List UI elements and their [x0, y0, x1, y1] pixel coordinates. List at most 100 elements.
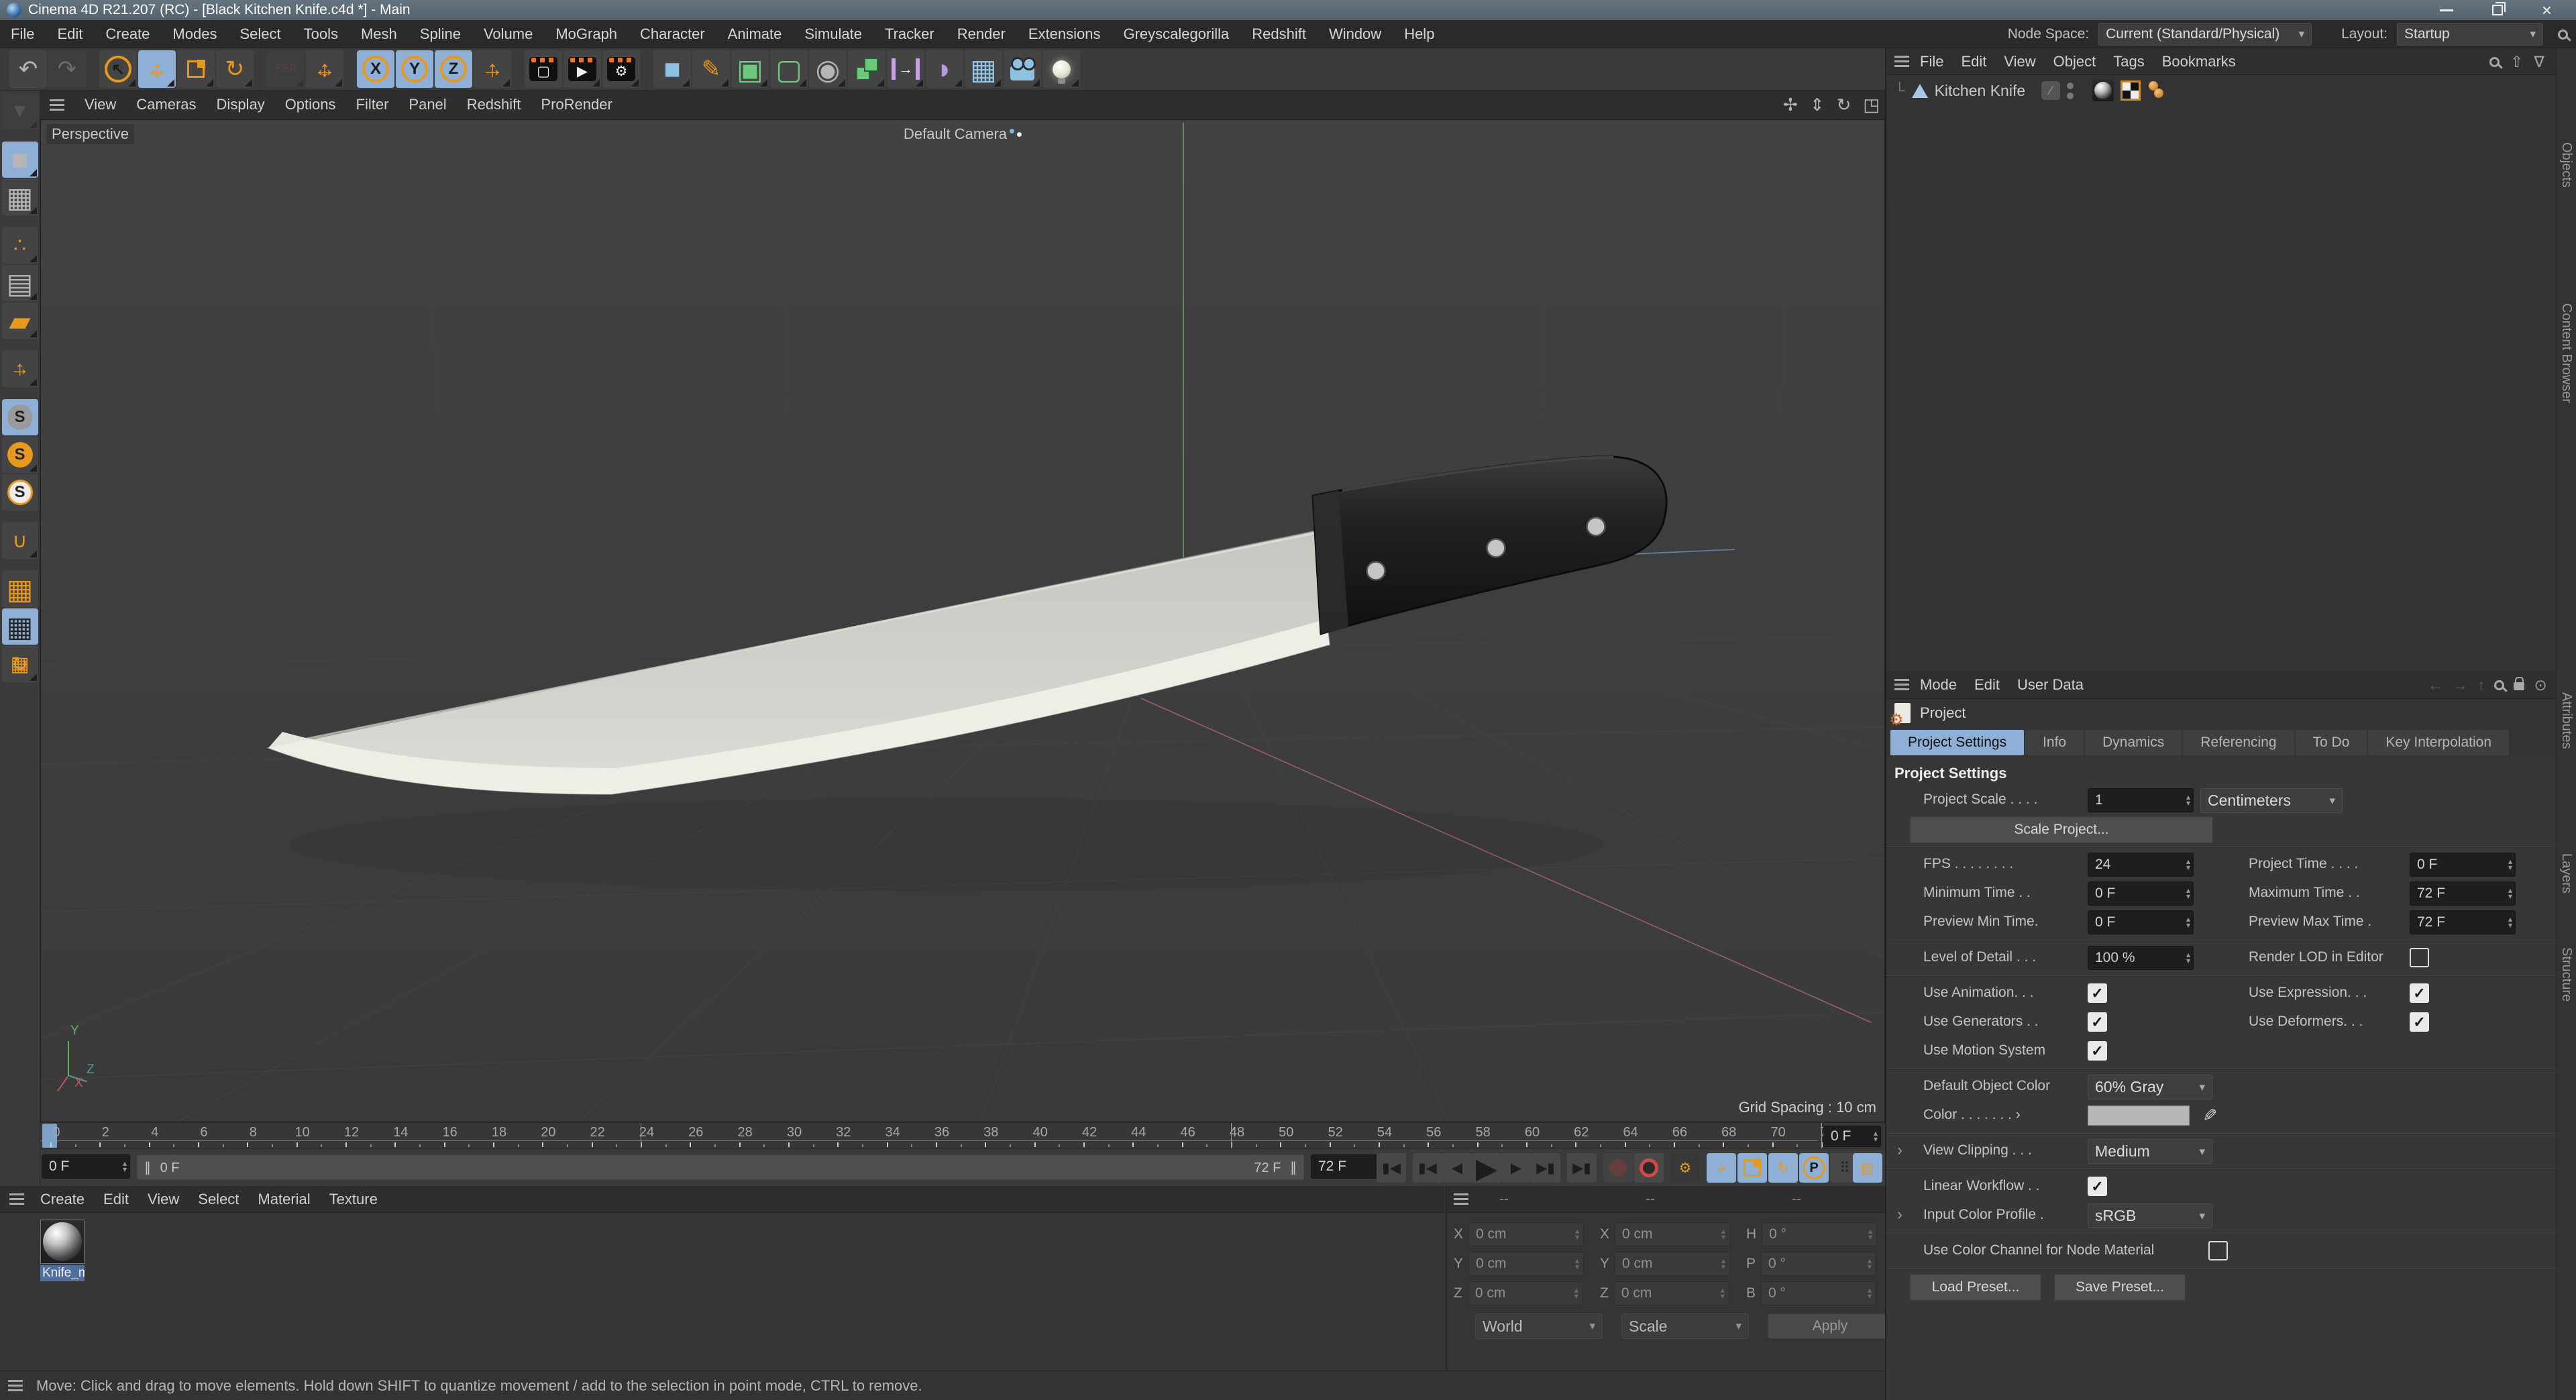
tab-objects[interactable]: Objects — [2559, 142, 2574, 188]
coords-mode-select[interactable]: Scale ▾ — [1621, 1313, 1749, 1339]
minimum-time-spinner[interactable]: 0 F ▴ ▾ — [2088, 881, 2194, 906]
om-menu-file[interactable]: File — [1920, 53, 1943, 70]
menu-redshift[interactable]: Redshift — [1252, 25, 1306, 43]
light-button[interactable] — [1042, 50, 1080, 88]
x-axis-lock-button[interactable]: X — [357, 50, 394, 88]
timeline-end-spinner[interactable]: 0 F ▴ ▾ — [1823, 1126, 1881, 1147]
input-color-profile-select[interactable]: sRGB ▾ — [2088, 1203, 2212, 1228]
pan-view-icon[interactable]: ✢ — [1783, 95, 1798, 115]
search-icon[interactable] — [2489, 53, 2500, 71]
lod-spinner[interactable]: 100 % ▴ ▾ — [2088, 946, 2194, 970]
preview-range-slider[interactable]: ∥ 0 F 72 F ∥ — [137, 1154, 1304, 1180]
menu-tracker[interactable]: Tracker — [885, 25, 934, 43]
panel-menu-icon[interactable] — [9, 1193, 24, 1205]
texture-mode-button[interactable]: ▦ — [1, 179, 38, 215]
scale-tool-button[interactable] — [177, 50, 215, 88]
prev-frame-button[interactable]: ◀ — [1442, 1153, 1472, 1183]
redo-button[interactable]: ↷ — [48, 50, 86, 88]
search-icon[interactable] — [2558, 29, 2568, 40]
material-menu-view[interactable]: View — [148, 1191, 179, 1208]
camera-button[interactable] — [1004, 50, 1041, 88]
menu-animate[interactable]: Animate — [728, 25, 782, 43]
path-up-icon[interactable]: ⇧ — [2510, 53, 2523, 71]
linear-workflow-checkbox[interactable]: ✓ — [2088, 1177, 2107, 1196]
parent-icon[interactable]: ↑ — [2477, 676, 2485, 694]
expander-icon[interactable]: › — [1897, 1205, 1902, 1224]
om-menu-view[interactable]: View — [2004, 53, 2035, 70]
menu-create[interactable]: Create — [105, 25, 150, 43]
color-swatch[interactable] — [2088, 1106, 2190, 1126]
z-axis-lock-button[interactable]: Z — [435, 50, 472, 88]
subdivision-surface-button[interactable]: ▣ — [731, 50, 769, 88]
menu-extensions[interactable]: Extensions — [1028, 25, 1101, 43]
phong-tag[interactable] — [2147, 80, 2167, 101]
use-deformers-checkbox[interactable]: ✓ — [2410, 1012, 2429, 1032]
model-mode-button[interactable]: ■ — [1, 142, 38, 178]
menu-select[interactable]: Select — [239, 25, 280, 43]
y-axis-lock-button[interactable]: Y — [396, 50, 433, 88]
edge-mode-button[interactable]: ▤ — [1, 265, 38, 301]
am-menu-mode[interactable]: Mode — [1920, 676, 1957, 694]
slider-grip-icon[interactable]: ∥ — [1290, 1161, 1297, 1175]
save-preset-button[interactable]: Save Preset... — [2054, 1274, 2186, 1301]
viewport-menu-panel[interactable]: Panel — [409, 96, 446, 113]
snap-orange-button[interactable]: S — [1, 437, 38, 473]
menu-spline[interactable]: Spline — [420, 25, 461, 43]
viewport-menu-cameras[interactable]: Cameras — [136, 96, 196, 113]
layout-select[interactable]: Startup ▾ — [2397, 23, 2543, 46]
position-y-field[interactable]: 0 cm ▴ ▾ — [1468, 1252, 1585, 1276]
viewport-menu-filter[interactable]: Filter — [356, 96, 389, 113]
polygon-mode-button[interactable]: ▰ — [1, 303, 38, 339]
coordinate-system-button[interactable]: ↑ → — [474, 50, 511, 88]
toggle-view-icon[interactable]: ◳ — [1863, 95, 1880, 115]
scale-y-field[interactable]: 0 cm ▴ ▾ — [1615, 1252, 1731, 1276]
autokeying-button[interactable] — [1634, 1153, 1664, 1183]
live-selection-button[interactable]: ↖ — [99, 50, 137, 88]
generator-button[interactable]: ▢ — [770, 50, 808, 88]
filter-icon[interactable]: ∇ — [2534, 53, 2544, 71]
material-menu-edit[interactable]: Edit — [103, 1191, 129, 1208]
om-menu-bookmarks[interactable]: Bookmarks — [2162, 53, 2236, 70]
render-lod-checkbox[interactable] — [2410, 948, 2429, 967]
menu-help[interactable]: Help — [1404, 25, 1434, 43]
tab-project-settings[interactable]: Project Settings — [1890, 730, 2025, 755]
material-menu-create[interactable]: Create — [40, 1191, 85, 1208]
history-back-icon[interactable]: ← — [2428, 676, 2443, 694]
project-time-spinner[interactable]: 0 F ▴ ▾ — [2410, 853, 2516, 877]
lock-workplane-button[interactable]: ▦ — [1, 608, 38, 645]
material-menu-select[interactable]: Select — [198, 1191, 239, 1208]
play-button[interactable]: ▶ — [1472, 1152, 1501, 1184]
viewport-menu-options[interactable]: Options — [285, 96, 336, 113]
visibility-toggle[interactable] — [2067, 82, 2074, 99]
undo-button[interactable]: ↶ — [9, 50, 47, 88]
enable-axis-button[interactable]: ↑ → — [1, 351, 38, 387]
next-frame-button[interactable]: ▶ — [1501, 1153, 1531, 1183]
rotation-p-field[interactable]: 0 ° ▴ ▾ — [1761, 1252, 1877, 1276]
last-tool-move-button[interactable]: ↔ ↕ — [306, 50, 343, 88]
om-menu-edit[interactable]: Edit — [1961, 53, 1986, 70]
record-objects-button[interactable] — [1603, 1153, 1633, 1183]
coords-space-select[interactable]: World ▾ — [1475, 1313, 1603, 1339]
key-settings-button[interactable]: ⚙ — [1670, 1153, 1700, 1183]
knife-model[interactable] — [266, 455, 1668, 795]
project-scale-spinner[interactable]: 1 ▴ ▾ — [2088, 788, 2194, 812]
node-space-select[interactable]: Current (Standard/Physical) ▾ — [2098, 23, 2312, 46]
viewport-canvas[interactable]: Perspective Default Camera Grid Spacing … — [40, 119, 1885, 1122]
menu-window[interactable]: Window — [1329, 25, 1381, 43]
uvw-tag[interactable] — [2121, 80, 2141, 101]
psr-tool-button[interactable]: PSR — [267, 50, 305, 88]
panel-menu-icon[interactable] — [1894, 679, 1909, 690]
tab-attributes[interactable]: Attributes — [2559, 692, 2574, 749]
use-motion-system-checkbox[interactable]: ✓ — [2088, 1041, 2107, 1061]
material-item[interactable]: Knife_ma — [40, 1220, 86, 1281]
rotation-h-field[interactable]: 0 ° ▴ ▾ — [1762, 1222, 1878, 1246]
history-forward-icon[interactable]: → — [2453, 676, 2468, 694]
render-picture-viewer-button[interactable]: ▶ — [564, 50, 601, 88]
expander-icon[interactable]: › — [1897, 1141, 1902, 1160]
menu-render[interactable]: Render — [957, 25, 1006, 43]
rotate-tool-button[interactable]: ↻ — [216, 50, 254, 88]
move-tool-button[interactable]: ↔ ↕ — [138, 50, 176, 88]
viewport-menu-view[interactable]: View — [85, 96, 116, 113]
material-tag[interactable] — [2092, 80, 2114, 101]
use-expression-checkbox[interactable]: ✓ — [2410, 983, 2429, 1003]
